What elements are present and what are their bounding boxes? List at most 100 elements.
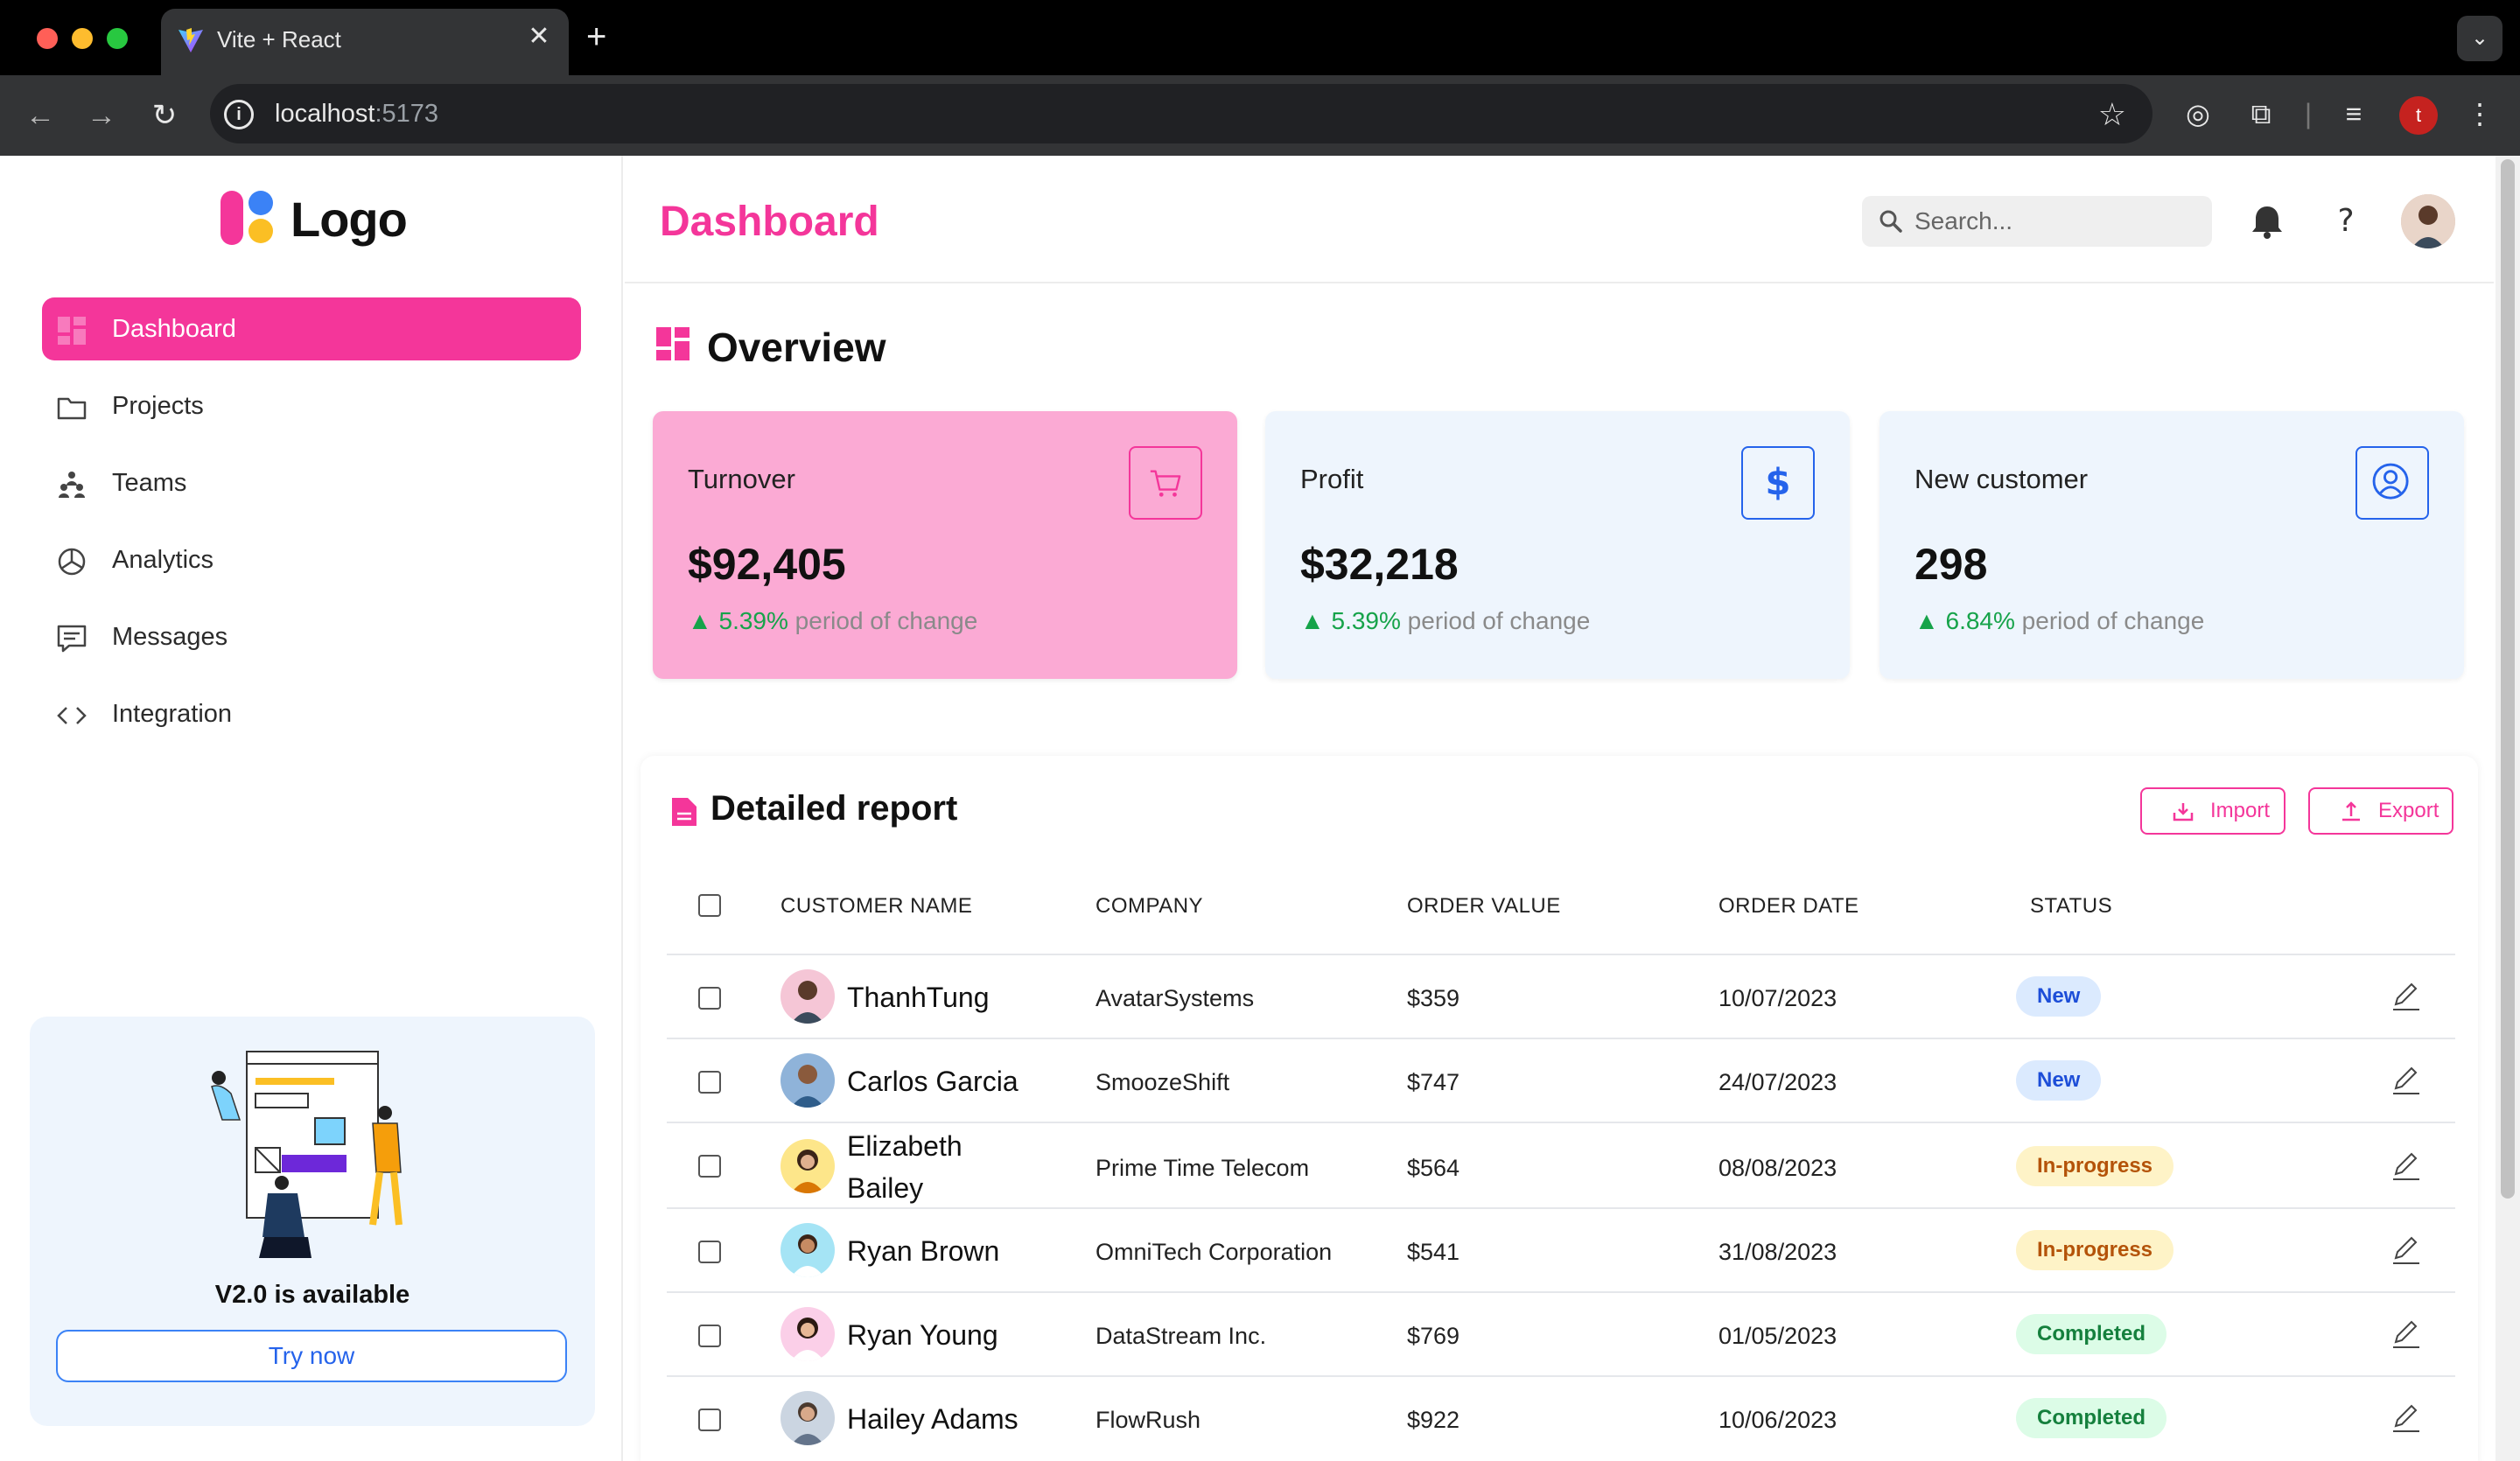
minimize-window-button[interactable]: [72, 28, 93, 49]
row-checkbox[interactable]: [698, 1071, 721, 1094]
import-label: Import: [2210, 799, 2271, 822]
detailed-report-panel: Detailed report Import Export CUSTOMER N…: [640, 756, 2478, 1461]
maximize-window-button[interactable]: [107, 28, 128, 49]
reload-button[interactable]: ↻: [144, 94, 186, 136]
site-info-icon[interactable]: i: [224, 100, 254, 129]
status-badge: Completed: [2016, 1314, 2167, 1354]
edit-pencil-icon[interactable]: [2389, 1316, 2424, 1351]
close-window-button[interactable]: [37, 28, 58, 49]
sidebar-item-integration[interactable]: Integration: [42, 682, 581, 745]
select-all-checkbox[interactable]: [698, 894, 721, 917]
sidebar-item-analytics[interactable]: Analytics: [42, 528, 581, 591]
status-badge: In-progress: [2016, 1230, 2174, 1270]
user-avatar[interactable]: [2401, 194, 2455, 248]
extension-target-icon[interactable]: ◎: [2177, 93, 2219, 135]
order-value: $769: [1407, 1323, 1460, 1349]
sidebar-item-label: Dashboard: [112, 315, 236, 343]
column-header-status[interactable]: STATUS: [2030, 894, 2112, 919]
edit-pencil-icon[interactable]: [2389, 978, 2424, 1013]
company: AvatarSystems: [1096, 985, 1255, 1011]
avatar: [780, 1391, 835, 1445]
try-now-button[interactable]: Try now: [56, 1330, 567, 1382]
sidebar-item-dashboard[interactable]: Dashboard: [42, 297, 581, 360]
search-box[interactable]: [1862, 196, 2212, 247]
table-row[interactable]: Carlos Garcia SmoozeShift $747 24/07/202…: [667, 1038, 2455, 1122]
card-change: ▲ 5.39% period of change: [1300, 607, 1591, 634]
promo-title: V2.0 is available: [214, 1281, 410, 1309]
promo-illustration: [211, 1051, 402, 1258]
import-button[interactable]: Import: [2140, 787, 2286, 835]
search-icon: [1880, 210, 1902, 233]
card-label: New customer: [1914, 464, 2089, 494]
column-header-order-value[interactable]: ORDER VALUE: [1407, 894, 1561, 919]
tab-search-button[interactable]: ⌄: [2457, 16, 2502, 61]
web-page: Logo Dashboard Projects Teams Analytics …: [0, 156, 2520, 1461]
order-date: 08/08/2023: [1718, 1155, 1838, 1181]
edit-pencil-icon[interactable]: [2389, 1400, 2424, 1435]
turnover-card: Turnover $92,405 ▲ 5.39% period of chang…: [653, 411, 1237, 679]
browser-window: Vite + React ✕ + ⌄ ← → ↻ i localhost:517…: [0, 0, 2520, 1461]
browser-tab[interactable]: Vite + React ✕: [161, 9, 569, 75]
sidebar-item-projects[interactable]: Projects: [42, 374, 581, 437]
edit-pencil-icon[interactable]: [2389, 1232, 2424, 1267]
toolbar-divider: |: [2304, 98, 2313, 129]
bookmark-star-icon[interactable]: ☆: [2098, 96, 2126, 133]
sidebar: Logo Dashboard Projects Teams Analytics …: [0, 156, 623, 1461]
row-checkbox[interactable]: [698, 1409, 721, 1431]
document-icon: [672, 798, 696, 826]
search-input[interactable]: [1914, 203, 2194, 240]
media-control-icon[interactable]: ≡: [2333, 93, 2375, 135]
edit-pencil-icon[interactable]: [2389, 1062, 2424, 1097]
table-row[interactable]: Hailey Adams FlowRush $922 10/06/2023 Co…: [667, 1375, 2455, 1459]
url-text[interactable]: localhost:5173: [275, 100, 438, 129]
help-icon[interactable]: ?: [2322, 198, 2370, 245]
card-value: $32,218: [1300, 540, 1459, 589]
order-value: $359: [1407, 985, 1460, 1011]
row-checkbox[interactable]: [698, 1155, 721, 1178]
row-checkbox[interactable]: [698, 987, 721, 1010]
tab-title: Vite + React: [217, 26, 341, 52]
address-bar[interactable]: i localhost:5173 ☆: [210, 84, 2152, 143]
extensions-puzzle-icon[interactable]: ⧉: [2240, 93, 2282, 135]
sidebar-item-teams[interactable]: Teams: [42, 451, 581, 514]
back-button[interactable]: ←: [19, 94, 61, 136]
scrollbar-thumb[interactable]: [2501, 159, 2515, 1199]
avatar: [780, 1139, 835, 1193]
page-title: Dashboard: [660, 199, 879, 245]
browser-toolbar: ← → ↻ i localhost:5173 ☆ ◎ ⧉ | ≡ ⋮: [0, 75, 2520, 156]
row-checkbox[interactable]: [698, 1241, 721, 1263]
table-row[interactable]: Ryan Brown OmniTech Corporation $541 31/…: [667, 1207, 2455, 1291]
table-row[interactable]: Elizabeth Bailey Prime Time Telecom $564…: [667, 1122, 2455, 1207]
column-header-customer[interactable]: CUSTOMER NAME: [780, 894, 972, 919]
new-tab-button[interactable]: +: [586, 19, 606, 54]
order-date: 10/06/2023: [1718, 1407, 1838, 1433]
sidebar-item-label: Projects: [112, 392, 204, 420]
message-icon: [57, 625, 87, 653]
card-change: ▲ 5.39% period of change: [688, 607, 978, 634]
tab-close-icon[interactable]: ✕: [523, 21, 555, 52]
profile-avatar[interactable]: t: [2399, 96, 2438, 135]
table-row[interactable]: Ryan Young DataStream Inc. $769 01/05/20…: [667, 1291, 2455, 1375]
column-header-company[interactable]: COMPANY: [1096, 894, 1203, 919]
menu-kebab-icon[interactable]: ⋮: [2459, 93, 2501, 135]
avatar: [780, 1053, 835, 1108]
sidebar-item-messages[interactable]: Messages: [42, 605, 581, 668]
user-circle-icon: [2356, 446, 2429, 520]
overview-title: Overview: [707, 325, 886, 370]
table-row[interactable]: ThanhTung AvatarSystems $359 10/07/2023 …: [667, 954, 2455, 1038]
export-button[interactable]: Export: [2308, 787, 2454, 835]
svg-text:$: $: [1765, 460, 1790, 503]
pie-chart-icon: [58, 548, 86, 576]
column-header-order-date[interactable]: ORDER DATE: [1718, 894, 1859, 919]
bell-icon[interactable]: [2244, 198, 2291, 245]
avatar: [780, 1223, 835, 1277]
edit-pencil-icon[interactable]: [2389, 1148, 2424, 1183]
new-customer-card: New customer 298 ▲ 6.84% period of chang…: [1880, 411, 2464, 679]
card-label: Turnover: [688, 464, 795, 494]
sidebar-item-label: Integration: [112, 700, 233, 728]
forward-button[interactable]: →: [80, 94, 122, 136]
row-checkbox[interactable]: [698, 1325, 721, 1347]
card-label: Profit: [1300, 464, 1364, 494]
order-value: $922: [1407, 1407, 1460, 1433]
page-scrollbar[interactable]: [2496, 156, 2520, 1461]
